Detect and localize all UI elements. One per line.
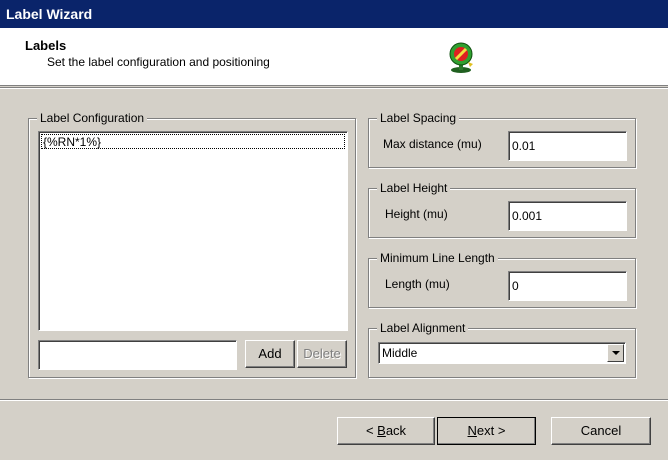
- back-label: ack: [385, 423, 407, 438]
- label-wizard-window: Label Wizard Labels Set the label config…: [0, 0, 668, 460]
- label-configuration-list[interactable]: {%RN*1%}: [38, 131, 348, 331]
- height-label: Height (mu): [385, 207, 448, 221]
- new-label-input[interactable]: [38, 340, 237, 370]
- length-input[interactable]: 0: [508, 271, 627, 301]
- alignment-selected-value: Middle: [382, 346, 418, 360]
- page-subtitle: Set the label configuration and position…: [47, 55, 270, 69]
- window-title: Label Wizard: [6, 6, 93, 22]
- back-button[interactable]: < Back: [337, 417, 435, 445]
- label-height-group: Label Height Height (mu) 0.001: [368, 181, 636, 238]
- list-item[interactable]: {%RN*1%}: [41, 134, 345, 149]
- back-mnemonic: B: [377, 423, 386, 438]
- label-spacing-group: Label Spacing Max distance (mu) 0.01: [368, 111, 636, 168]
- header-separator: [0, 87, 668, 89]
- min-line-length-group: Minimum Line Length Length (mu) 0: [368, 251, 636, 308]
- label-configuration-legend: Label Configuration: [37, 111, 148, 125]
- footer-separator: [0, 399, 668, 401]
- delete-button[interactable]: Delete: [297, 340, 347, 368]
- cancel-button[interactable]: Cancel: [551, 417, 651, 445]
- alignment-dropdown[interactable]: Middle: [378, 342, 626, 364]
- max-distance-label: Max distance (mu): [383, 137, 482, 151]
- min-line-length-legend: Minimum Line Length: [377, 251, 498, 265]
- label-spacing-legend: Label Spacing: [377, 111, 460, 125]
- chevron-down-icon[interactable]: [607, 344, 624, 362]
- globe-label-icon: [449, 42, 473, 73]
- next-label: ext >: [476, 423, 506, 438]
- label-alignment-group: Label Alignment Middle: [368, 321, 636, 378]
- next-button[interactable]: Next >: [437, 417, 536, 445]
- height-input[interactable]: 0.001: [508, 201, 627, 231]
- next-mnemonic: N: [467, 423, 477, 438]
- label-configuration-group: Label Configuration {%RN*1%} Add Delete: [28, 111, 356, 378]
- add-button[interactable]: Add: [245, 340, 295, 368]
- label-height-legend: Label Height: [377, 181, 451, 195]
- back-prefix: <: [365, 423, 378, 438]
- title-bar: Label Wizard: [0, 0, 668, 28]
- max-distance-input[interactable]: 0.01: [508, 131, 627, 161]
- length-label: Length (mu): [385, 277, 450, 291]
- page-title: Labels: [25, 38, 67, 53]
- label-alignment-legend: Label Alignment: [377, 321, 469, 335]
- wizard-header: Labels Set the label configuration and p…: [0, 28, 668, 86]
